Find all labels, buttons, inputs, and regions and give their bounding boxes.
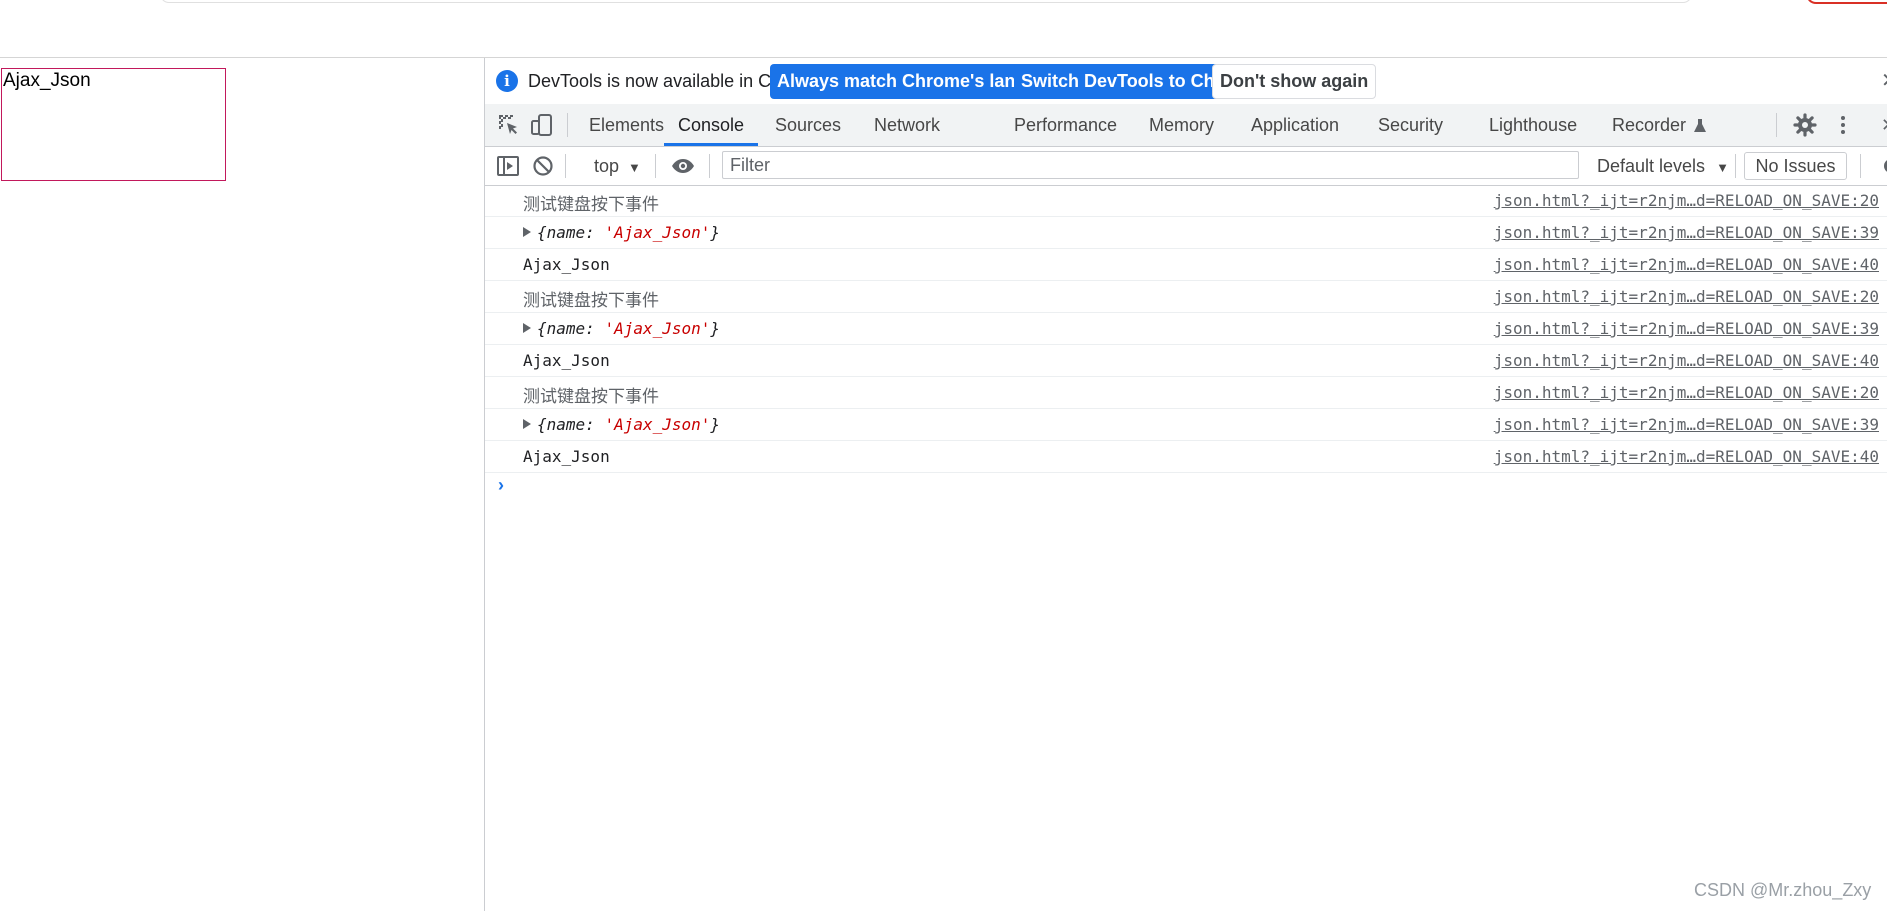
- object-value: 'Ajax_Json': [604, 415, 711, 434]
- filter-input[interactable]: Filter: [722, 151, 1579, 179]
- settings-gear-icon[interactable]: [1793, 113, 1817, 137]
- watermark: CSDN @Mr.zhou_Zxy: [1694, 880, 1872, 900]
- log-levels-label: Default levels: [1597, 156, 1706, 176]
- object-preview[interactable]: {name: 'Ajax_Json'}: [537, 223, 720, 242]
- devtools-panel: i DevTools is now available in Chinese! …: [484, 58, 1887, 911]
- console-message: Ajax_Json: [523, 351, 610, 370]
- tab-security[interactable]: Security: [1378, 104, 1443, 146]
- object-value: 'Ajax_Json': [604, 223, 711, 242]
- console-row: {name: 'Ajax_Json'} json.html?_ijt=r2njm…: [485, 217, 1887, 249]
- recorder-flask-icon: [1694, 119, 1706, 132]
- source-link[interactable]: json.html?_ijt=r2njm…d=RELOAD_ON_SAVE:20: [1494, 287, 1879, 306]
- console-prompt[interactable]: ›: [485, 473, 1887, 503]
- tab-console[interactable]: Console: [663, 104, 759, 146]
- toolbar-divider: [1860, 154, 1861, 178]
- console-message: Ajax_Json: [523, 255, 610, 274]
- tab-lighthouse[interactable]: Lighthouse: [1489, 104, 1577, 146]
- object-preview[interactable]: {name: 'Ajax_Json'}: [537, 415, 720, 434]
- browser-top-strip: [0, 0, 1887, 58]
- console-messages: 测试键盘按下事件 json.html?_ijt=r2njm…d=RELOAD_O…: [485, 185, 1887, 503]
- kebab-menu-icon[interactable]: [1831, 113, 1855, 137]
- source-link[interactable]: json.html?_ijt=r2njm…d=RELOAD_ON_SAVE:40: [1494, 255, 1879, 274]
- device-toolbar-icon[interactable]: [530, 113, 554, 137]
- dropdown-arrow-icon: ▼: [1716, 160, 1729, 175]
- source-link[interactable]: json.html?_ijt=r2njm…d=RELOAD_ON_SAVE:40: [1494, 351, 1879, 370]
- toolbar-divider: [1735, 154, 1736, 178]
- issues-button[interactable]: No Issues: [1744, 152, 1847, 180]
- language-infobar: i DevTools is now available in Chinese! …: [485, 58, 1887, 105]
- source-link[interactable]: json.html?_ijt=r2njm…d=RELOAD_ON_SAVE:39: [1494, 415, 1879, 434]
- tab-sources[interactable]: Sources: [775, 104, 841, 146]
- clear-console-icon[interactable]: [531, 154, 555, 178]
- context-selector-label: top: [594, 156, 620, 176]
- source-link[interactable]: json.html?_ijt=r2njm…d=RELOAD_ON_SAVE:40: [1494, 447, 1879, 466]
- source-link[interactable]: json.html?_ijt=r2njm…d=RELOAD_ON_SAVE:39: [1494, 223, 1879, 242]
- source-link[interactable]: json.html?_ijt=r2njm…d=RELOAD_ON_SAVE:20: [1494, 383, 1879, 402]
- sidebar-toggle-icon[interactable]: [496, 154, 520, 178]
- console-row: Ajax_Json json.html?_ijt=r2njm…d=RELOAD_…: [485, 249, 1887, 281]
- close-devtools-icon[interactable]: ✕: [1881, 104, 1887, 146]
- expand-triangle-icon[interactable]: [523, 227, 531, 237]
- tab-network[interactable]: Network: [874, 104, 940, 146]
- tabbar-divider: [1776, 113, 1777, 137]
- tab-application[interactable]: Application: [1251, 104, 1339, 146]
- ajax-json-box: Ajax_Json: [1, 68, 226, 181]
- close-icon[interactable]: ✕: [1881, 68, 1887, 93]
- toolbar-divider: [565, 154, 566, 178]
- object-preview[interactable]: {name: 'Ajax_Json'}: [537, 319, 720, 338]
- tab-recorder[interactable]: Recorder: [1612, 104, 1686, 146]
- page-viewport: Ajax_Json: [0, 58, 484, 911]
- console-row: {name: 'Ajax_Json'} json.html?_ijt=r2njm…: [485, 409, 1887, 441]
- tab-elements[interactable]: Elements: [589, 104, 664, 146]
- expand-triangle-icon[interactable]: [523, 323, 531, 333]
- console-row: 测试键盘按下事件 json.html?_ijt=r2njm…d=RELOAD_O…: [485, 185, 1887, 217]
- console-message: 测试键盘按下事件: [523, 291, 659, 311]
- object-value: 'Ajax_Json': [604, 319, 711, 338]
- info-icon: i: [496, 70, 518, 92]
- toolbar-divider: [709, 154, 710, 178]
- dont-show-again-button[interactable]: Don't show again: [1212, 64, 1377, 99]
- console-row: Ajax_Json json.html?_ijt=r2njm…d=RELOAD_…: [485, 441, 1887, 473]
- devtools-tabbar: Elements Console Sources Network Perform…: [485, 104, 1887, 147]
- source-link[interactable]: json.html?_ijt=r2njm…d=RELOAD_ON_SAVE:20: [1494, 191, 1879, 210]
- console-message: Ajax_Json: [523, 447, 610, 466]
- toolbar-divider: [655, 154, 656, 178]
- address-bar-edge: [160, 0, 1692, 3]
- prompt-chevron-icon: ›: [498, 475, 504, 495]
- source-link[interactable]: json.html?_ijt=r2njm…d=RELOAD_ON_SAVE:39: [1494, 319, 1879, 338]
- console-message: 测试键盘按下事件: [523, 195, 659, 215]
- tab-memory[interactable]: Memory: [1149, 104, 1214, 146]
- console-row: {name: 'Ajax_Json'} json.html?_ijt=r2njm…: [485, 313, 1887, 345]
- profile-button-edge[interactable]: [1806, 0, 1887, 4]
- expand-triangle-icon[interactable]: [523, 419, 531, 429]
- context-selector[interactable]: top ▼: [594, 147, 641, 185]
- log-levels-dropdown[interactable]: Default levels ▼: [1597, 147, 1729, 185]
- ajax-json-text: Ajax_Json: [3, 70, 91, 91]
- tabbar-divider: [567, 113, 568, 137]
- console-row: 测试键盘按下事件 json.html?_ijt=r2njm…d=RELOAD_O…: [485, 281, 1887, 313]
- console-toolbar: top ▼ Filter Default levels ▼ No Issues: [485, 147, 1887, 186]
- object-key: name: [546, 223, 586, 242]
- console-message: 测试键盘按下事件: [523, 387, 659, 407]
- object-key: name: [546, 415, 586, 434]
- live-expression-eye-icon[interactable]: [671, 154, 695, 178]
- console-row: 测试键盘按下事件 json.html?_ijt=r2njm…d=RELOAD_O…: [485, 377, 1887, 409]
- inspect-element-icon[interactable]: [497, 113, 521, 137]
- dropdown-arrow-icon: ▼: [628, 160, 641, 175]
- console-row: Ajax_Json json.html?_ijt=r2njm…d=RELOAD_…: [485, 345, 1887, 377]
- tab-performance[interactable]: Performance: [1014, 104, 1117, 146]
- console-settings-icon[interactable]: [1879, 154, 1887, 178]
- object-key: name: [546, 319, 586, 338]
